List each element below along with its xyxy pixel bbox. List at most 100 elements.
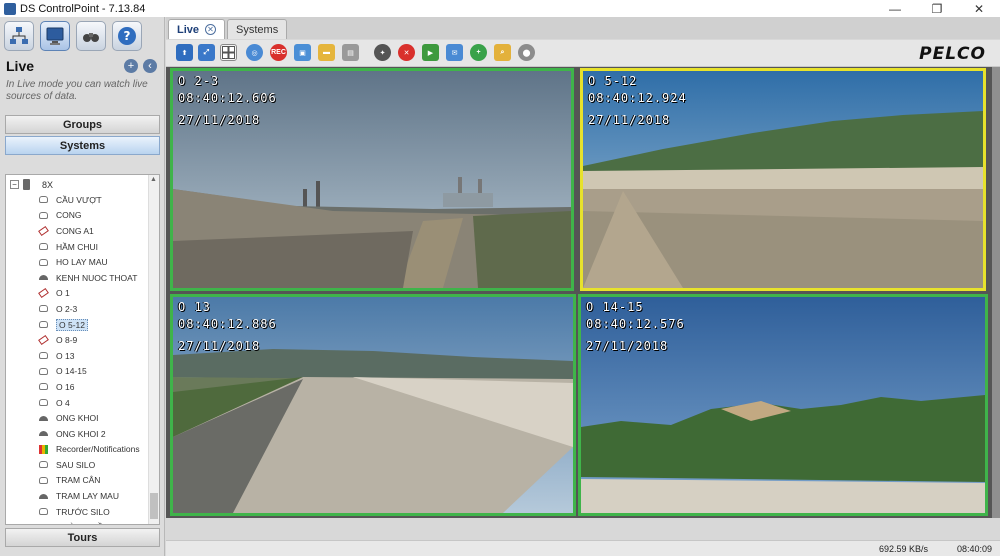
tree-item-label: O 4 bbox=[56, 397, 70, 408]
globe-icon[interactable]: ◎ bbox=[246, 44, 263, 61]
minimize-button[interactable]: — bbox=[874, 0, 916, 17]
feed-camera-name: O 14-15 bbox=[586, 300, 644, 314]
tree-scrollbar[interactable]: ▲ bbox=[148, 175, 159, 524]
live-mode-button[interactable] bbox=[40, 21, 70, 51]
tree-item-label: TRAM LAY MAU bbox=[56, 491, 119, 502]
tree-item[interactable]: O 16 bbox=[6, 379, 148, 395]
message-icon[interactable]: ✉ bbox=[446, 44, 463, 61]
groups-button[interactable]: Groups bbox=[5, 115, 160, 134]
tree-item-label: O 13 bbox=[56, 350, 75, 361]
tree-item[interactable]: CONG bbox=[6, 208, 148, 224]
systems-button[interactable]: Systems bbox=[5, 136, 160, 155]
ptz-camera-icon bbox=[38, 274, 48, 282]
close-tab-icon[interactable]: ✕ bbox=[205, 24, 217, 35]
tree-item[interactable]: TRAM CÂN bbox=[6, 473, 148, 489]
tree-item[interactable]: Recorder/Notifications bbox=[6, 442, 148, 458]
close-window-button[interactable]: ✕ bbox=[958, 0, 1000, 17]
camera-icon bbox=[38, 399, 48, 407]
joystick-icon[interactable]: ⬤ bbox=[518, 44, 535, 61]
camera-offline-icon bbox=[37, 225, 49, 237]
walk-icon[interactable]: ✦ bbox=[374, 44, 391, 61]
snapshot-icon[interactable]: ▣ bbox=[294, 44, 311, 61]
camera-icon bbox=[38, 305, 48, 313]
tree-items: CẦU VƯỢT CONG CONG A1 HẦM CHUI HO LAY MAU KEN… bbox=[6, 192, 159, 524]
video-feed-o-5-12[interactable]: O 5-12 08:40:12.924 27/11/2018 bbox=[580, 68, 986, 291]
tree-item[interactable]: O 1 bbox=[6, 286, 148, 302]
camera-offline-icon bbox=[37, 288, 49, 299]
folder-icon[interactable]: ▬ bbox=[318, 44, 335, 61]
tree-item-label: CONG bbox=[56, 210, 82, 221]
tab-live[interactable]: Live ✕ bbox=[168, 19, 226, 39]
pin-icon[interactable]: ⬆ bbox=[176, 44, 193, 61]
collapse-panel-icon[interactable]: ‹ bbox=[143, 59, 157, 73]
tree-item[interactable]: CẦU VƯỢT bbox=[6, 192, 148, 208]
camera-icon bbox=[38, 243, 48, 251]
playback-mode-button[interactable] bbox=[76, 21, 106, 51]
network-mode-button[interactable] bbox=[4, 21, 34, 51]
stop-icon[interactable]: ✕ bbox=[398, 44, 415, 61]
tree-item[interactable]: CONG A1 bbox=[6, 223, 148, 239]
feed-timestamp: 08:40:12.576 bbox=[586, 317, 685, 331]
tree-item[interactable]: O 14-15 bbox=[6, 364, 148, 380]
tree-item[interactable]: O 2-3 bbox=[6, 301, 148, 317]
binoculars-icon bbox=[83, 33, 99, 42]
help-icon: ? bbox=[118, 27, 136, 45]
status-bar: 692.59 KB/s 08:40:09 bbox=[166, 540, 1000, 556]
video-feed-o-13[interactable]: O 13 08:40:12.886 27/11/2018 bbox=[170, 294, 576, 516]
tree-item[interactable]: HO LAY MAU bbox=[6, 254, 148, 270]
layout-grid-icon[interactable] bbox=[220, 44, 237, 61]
video-grid: O 2-3 08:40:12.606 27/11/2018 O 5-12 08:… bbox=[166, 67, 992, 518]
tree-item-label: TƯỜNG HỒNG TRAM 500 bbox=[56, 522, 159, 524]
tree-item[interactable]: SAU SILO bbox=[6, 457, 148, 473]
feed-camera-name: O 5-12 bbox=[588, 74, 638, 88]
fullscreen-icon[interactable]: ⤢ bbox=[198, 44, 215, 61]
tree-item-label: HẦM CHUI bbox=[56, 241, 99, 252]
tree-item-label: TRAM CÂN bbox=[56, 475, 101, 486]
scroll-up-icon[interactable]: ▲ bbox=[150, 176, 157, 183]
help-button[interactable]: ? bbox=[112, 21, 142, 51]
tab-systems-label: Systems bbox=[236, 23, 279, 36]
scrollbar-thumb[interactable] bbox=[150, 493, 158, 519]
search-icon[interactable]: ⌕ bbox=[494, 44, 511, 61]
network-icon bbox=[10, 27, 28, 44]
tab-systems[interactable]: Systems bbox=[227, 19, 288, 39]
forward-icon[interactable]: ▶ bbox=[422, 44, 439, 61]
tree-root[interactable]: − 8X bbox=[10, 177, 53, 192]
tours-button[interactable]: Tours bbox=[5, 528, 160, 547]
camera-icon bbox=[38, 352, 48, 360]
app-icon bbox=[4, 2, 16, 15]
tree-item[interactable]: O 8-9 bbox=[6, 332, 148, 348]
tree-item[interactable]: ONG KHOI bbox=[6, 410, 148, 426]
tree-item[interactable]: TRAM LAY MAU bbox=[6, 488, 148, 504]
collapse-node-icon[interactable]: − bbox=[10, 180, 19, 189]
tree-item-label: HO LAY MAU bbox=[56, 257, 108, 268]
maximize-button[interactable]: ❐ bbox=[916, 0, 958, 17]
tree-item-label: Recorder/Notifications bbox=[56, 444, 140, 455]
video-feed-o-2-3[interactable]: O 2-3 08:40:12.606 27/11/2018 bbox=[170, 68, 574, 291]
tree-item-label: O 1 bbox=[56, 288, 70, 299]
device-tree: − 8X CẦU VƯỢT CONG CONG A1 HẦM CHUI HO LAY M… bbox=[5, 174, 160, 525]
print-icon[interactable]: ▤ bbox=[342, 44, 359, 61]
expand-icon[interactable]: + bbox=[124, 59, 138, 73]
tree-item[interactable]: O 13 bbox=[6, 348, 148, 364]
tree-item[interactable]: HẦM CHUI bbox=[6, 239, 148, 255]
left-panel: ? Live + ‹ In Live mode you can watch li… bbox=[0, 17, 165, 556]
tree-item[interactable]: ONG KHOI 2 bbox=[6, 426, 148, 442]
grid-scrollbar[interactable] bbox=[992, 67, 1000, 518]
feed-date: 27/11/2018 bbox=[588, 113, 671, 127]
recorder-icon bbox=[38, 444, 48, 454]
tree-item-label: SAU SILO bbox=[56, 459, 96, 470]
toolbar: ⬆ ⤢ ◎ REC ▣ ▬ ▤ ✦ ✕ ▶ ✉ + ⌕ ⬤ PELCO bbox=[166, 40, 1000, 67]
tree-item[interactable]: O 4 bbox=[6, 395, 148, 411]
brand-logo: PELCO bbox=[919, 44, 986, 64]
add-icon[interactable]: + bbox=[470, 44, 487, 61]
camera-icon bbox=[38, 508, 48, 516]
tree-item-label: CONG A1 bbox=[56, 225, 94, 236]
record-icon[interactable]: REC bbox=[270, 44, 287, 61]
tree-item[interactable]: TRƯỚC SILO bbox=[6, 504, 148, 520]
feed-timestamp: 08:40:12.606 bbox=[178, 91, 277, 105]
tree-item[interactable]: TƯỜNG HỒNG TRAM 500 bbox=[6, 519, 159, 524]
tree-item[interactable]: KENH NUOC THOAT bbox=[6, 270, 148, 286]
video-feed-o-14-15[interactable]: O 14-15 08:40:12.576 27/11/2018 bbox=[578, 294, 988, 516]
tree-item[interactable]: O 5-12 bbox=[6, 317, 148, 333]
